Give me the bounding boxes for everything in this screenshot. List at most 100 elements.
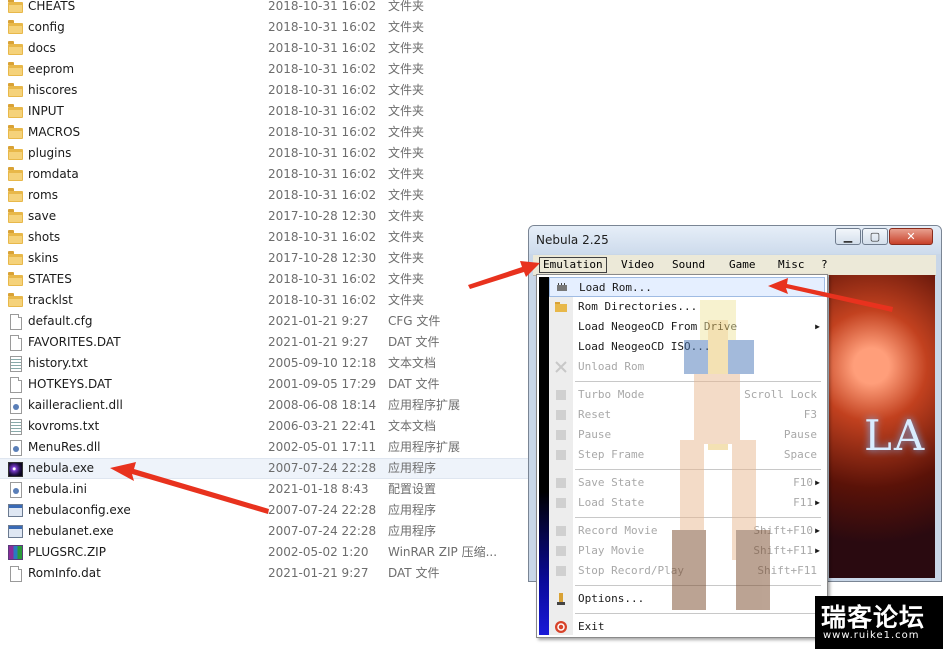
menu-item-record-movie: Record Movie Shift+F10 ▶ [549, 521, 825, 541]
menu-item-shortcut: Shift+F11 [757, 564, 817, 577]
file-date: 2017-10-28 12:30 [268, 209, 377, 223]
file-name: eeprom [28, 62, 75, 76]
menu-side-banner [539, 277, 549, 635]
file-date: 2007-07-24 22:28 [268, 503, 377, 517]
file-row[interactable]: INPUT 2018-10-31 16:02 文件夹 [0, 101, 528, 122]
file-row[interactable]: hiscores 2018-10-31 16:02 文件夹 [0, 80, 528, 101]
menu-emulation[interactable]: Emulation [539, 257, 607, 273]
file-row[interactable]: CHEATS 2018-10-31 16:02 文件夹 [0, 0, 528, 17]
menu-separator [575, 585, 821, 586]
file-row[interactable]: PLUGSRC.ZIP 2002-05-02 1:20 WinRAR ZIP 压缩.… [0, 542, 528, 563]
menu-item-load-state: Load State F11 ▶ [549, 493, 825, 513]
file-row[interactable]: nebulanet.exe 2007-07-24 22:28 应用程序 [0, 521, 528, 542]
file-date: 2007-07-24 22:28 [268, 524, 377, 538]
file-row[interactable]: config 2018-10-31 16:02 文件夹 [0, 17, 528, 38]
file-type: 文件夹 [388, 104, 425, 118]
file-row[interactable]: roms 2018-10-31 16:02 文件夹 [0, 185, 528, 206]
menu-video[interactable]: Video [621, 257, 654, 273]
file-row[interactable]: nebula.ini 2021-01-18 8:43 配置设置 [0, 479, 528, 500]
menu-sound[interactable]: Sound [672, 257, 705, 273]
file-row[interactable]: kailleraclient.dll 2008-06-08 18:14 应用程序扩展 [0, 395, 528, 416]
window-title: Nebula 2.25 [536, 233, 609, 247]
folder-icon [554, 300, 568, 314]
menu-item-load-neogeocd-iso[interactable]: Load NeogeoCD ISO... [549, 337, 825, 357]
chip-icon [555, 281, 569, 295]
file-row[interactable]: nebula.exe 2007-07-24 22:28 应用程序 [0, 458, 528, 479]
file-row[interactable]: MenuRes.dll 2002-05-01 17:11 应用程序扩展 [0, 437, 528, 458]
menu-item-options[interactable]: Options... [549, 589, 825, 609]
file-row[interactable]: MACROS 2018-10-31 16:02 文件夹 [0, 122, 528, 143]
file-type: CFG 文件 [388, 314, 441, 328]
folder-icon [8, 188, 24, 203]
file-row[interactable]: romdata 2018-10-31 16:02 文件夹 [0, 164, 528, 185]
menu-item-label: Load NeogeoCD From Drive [578, 320, 737, 333]
file-date: 2018-10-31 16:02 [268, 230, 377, 244]
file-date: 2018-10-31 16:02 [268, 104, 377, 118]
menu-separator [575, 613, 821, 614]
file-row[interactable]: eeprom 2018-10-31 16:02 文件夹 [0, 59, 528, 80]
menu-item-shortcut: F10 [793, 476, 813, 489]
menu-misc[interactable]: Misc [778, 257, 805, 273]
menu-item-label: Reset [578, 408, 612, 421]
menu-item-rom-directories[interactable]: Rom Directories... [549, 297, 825, 317]
file-row[interactable]: history.txt 2005-09-10 12:18 文本文档 [0, 353, 528, 374]
close-button[interactable]: ✕ [889, 228, 933, 245]
file-row[interactable]: plugins 2018-10-31 16:02 文件夹 [0, 143, 528, 164]
menu-item-load-neogeocd-from-drive[interactable]: Load NeogeoCD From Drive ▶ [549, 317, 825, 337]
file-type: 配置设置 [388, 482, 437, 496]
file-date: 2006-03-21 22:41 [268, 419, 377, 433]
file-name: config [28, 20, 65, 34]
menu-item-play-movie: Play Movie Shift+F11 ▶ [549, 541, 825, 561]
pause-icon [554, 428, 568, 442]
file-row[interactable]: STATES 2018-10-31 16:02 文件夹 [0, 269, 528, 290]
save-state-icon [554, 476, 568, 490]
folder-icon [8, 62, 24, 77]
file-type: DAT 文件 [388, 566, 440, 580]
nebula-exe-icon [8, 462, 24, 477]
menu-item-label: Save State [578, 476, 645, 489]
file-row[interactable]: default.cfg 2021-01-21 9:27 CFG 文件 [0, 311, 528, 332]
file-row[interactable]: FAVORITES.DAT 2021-01-21 9:27 DAT 文件 [0, 332, 528, 353]
menu-item-label: Exit [578, 620, 605, 633]
file-type: DAT 文件 [388, 335, 440, 349]
menu-item-turbo-mode: Turbo Mode Scroll Lock [549, 385, 825, 405]
file-date: 2007-07-24 22:28 [268, 461, 377, 475]
file-name: hiscores [28, 83, 78, 97]
file-row[interactable]: skins 2017-10-28 12:30 文件夹 [0, 248, 528, 269]
menu-help[interactable]: ? [821, 257, 828, 273]
file-name: INPUT [28, 104, 64, 118]
menu-item-shortcut: F11 [793, 496, 813, 509]
file-row[interactable]: save 2017-10-28 12:30 文件夹 [0, 206, 528, 227]
file-icon [8, 314, 24, 330]
menu-game[interactable]: Game [729, 257, 756, 273]
file-type: 文件夹 [388, 293, 425, 307]
menu-item-step-frame: Step Frame Space [549, 445, 825, 465]
file-name: kailleraclient.dll [28, 398, 123, 412]
file-row[interactable]: nebulaconfig.exe 2007-07-24 22:28 应用程序 [0, 500, 528, 521]
title-bar[interactable]: Nebula 2.25 ▁ ▢ ✕ [529, 226, 941, 254]
file-row[interactable]: HOTKEYS.DAT 2001-09-05 17:29 DAT 文件 [0, 374, 528, 395]
file-row[interactable]: tracklst 2018-10-31 16:02 文件夹 [0, 290, 528, 311]
file-name: tracklst [28, 293, 73, 307]
winrar-zip-icon [8, 545, 24, 560]
file-name: skins [28, 251, 59, 265]
emulation-dropdown: Load Rom... Rom Directories... Load Neogeo… [536, 274, 828, 638]
file-row[interactable]: RomInfo.dat 2021-01-21 9:27 DAT 文件 [0, 563, 528, 584]
file-icon [8, 377, 24, 393]
load-state-icon [554, 496, 568, 510]
file-type: 文件夹 [388, 188, 425, 202]
file-row[interactable]: kovroms.txt 2006-03-21 22:41 文本文档 [0, 416, 528, 437]
file-name: PLUGSRC.ZIP [28, 545, 106, 559]
exe-icon [8, 503, 24, 518]
file-date: 2018-10-31 16:02 [268, 146, 377, 160]
file-row[interactable]: shots 2018-10-31 16:02 文件夹 [0, 227, 528, 248]
menu-item-reset: Reset F3 [549, 405, 825, 425]
minimize-button[interactable]: ▁ [835, 228, 861, 245]
maximize-button[interactable]: ▢ [862, 228, 888, 245]
menu-item-exit[interactable]: Exit [549, 617, 825, 637]
menu-item-load-rom[interactable]: Load Rom... [549, 277, 825, 297]
file-row[interactable]: docs 2018-10-31 16:02 文件夹 [0, 38, 528, 59]
folder-icon [8, 20, 24, 35]
menu-item-label: Step Frame [578, 448, 645, 461]
folder-icon [8, 83, 24, 98]
